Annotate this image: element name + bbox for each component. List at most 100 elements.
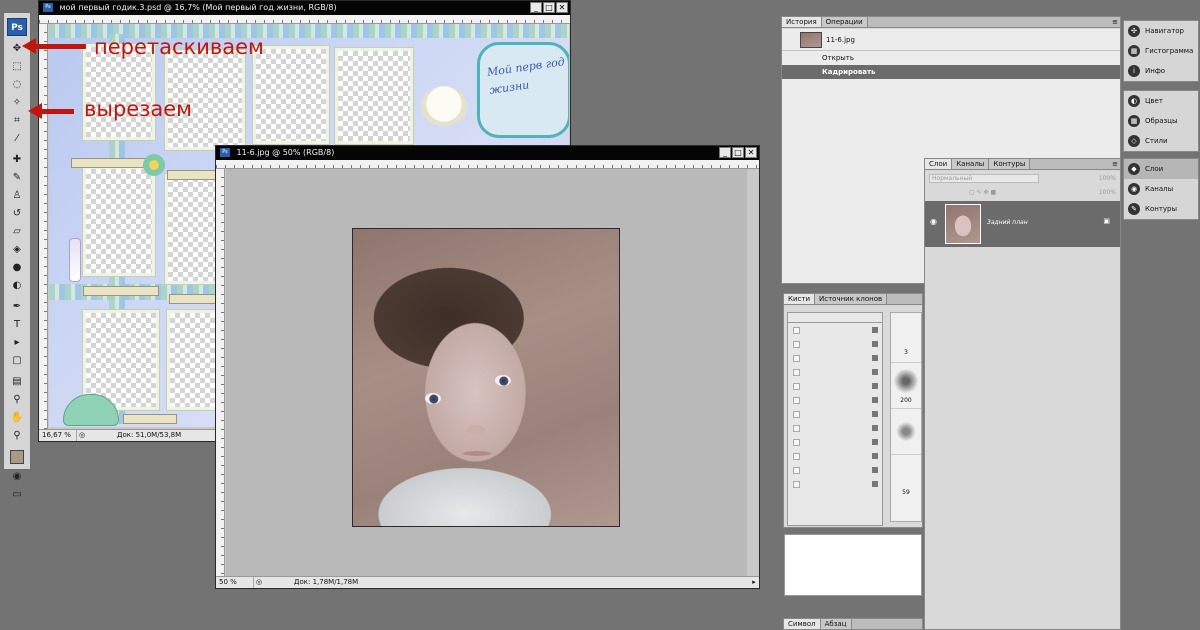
maximize-button[interactable]: □ bbox=[732, 147, 744, 158]
tab-brushes[interactable]: Кисти bbox=[784, 294, 815, 304]
lasso-icon[interactable]: ◌ bbox=[7, 76, 27, 93]
eraser-icon[interactable]: ▱ bbox=[7, 223, 27, 240]
eye-icon[interactable]: ◉ bbox=[930, 217, 937, 226]
brush-preset[interactable]: 59 bbox=[891, 455, 921, 501]
brush-option-row[interactable] bbox=[788, 323, 882, 337]
close-button[interactable]: ✕ bbox=[745, 147, 757, 158]
document-window-photo[interactable]: Ps 11-6.jpg @ 50% (RGB/8) _ □ ✕ 50 % ◎ Д… bbox=[215, 145, 760, 589]
annotation-arrow-head-cut bbox=[28, 103, 42, 119]
history-brush-icon[interactable]: ↺ bbox=[7, 205, 27, 222]
maximize-button[interactable]: □ bbox=[543, 2, 555, 13]
blur-icon[interactable]: ● bbox=[7, 259, 27, 276]
tab-actions[interactable]: Операции bbox=[821, 17, 868, 27]
slice-icon[interactable]: ⁄ bbox=[7, 130, 27, 147]
history-snapshot[interactable]: 11-6.jpg bbox=[782, 29, 1120, 51]
opacity-value[interactable]: 100% bbox=[1099, 175, 1116, 182]
brush-option-row[interactable] bbox=[788, 407, 882, 421]
brush-option-row[interactable] bbox=[788, 449, 882, 463]
dock-styles[interactable]: ◇ Стили bbox=[1124, 131, 1198, 151]
brush-option-row[interactable] bbox=[788, 393, 882, 407]
quick-mask-icon[interactable]: ◉ bbox=[7, 468, 27, 485]
baby-photo[interactable] bbox=[352, 228, 620, 527]
crop-icon[interactable]: ⌗ bbox=[7, 112, 27, 129]
document-title-bar[interactable]: Ps мой первый годик.3.psd @ 16,7% (Мой п… bbox=[39, 1, 570, 15]
fill-value[interactable]: 100% bbox=[1099, 189, 1116, 196]
hand-icon[interactable]: ✋ bbox=[7, 409, 27, 426]
brush-preset[interactable] bbox=[891, 409, 921, 455]
healing-icon[interactable]: ✚ bbox=[7, 151, 27, 168]
month-ribbon bbox=[123, 414, 177, 424]
dock-color[interactable]: ◐ Цвет bbox=[1124, 91, 1198, 111]
brush-option-row[interactable] bbox=[788, 365, 882, 379]
type-icon[interactable]: T bbox=[7, 316, 27, 333]
brush-icon[interactable]: ✎ bbox=[7, 169, 27, 186]
tab-channels[interactable]: Каналы bbox=[952, 159, 990, 169]
blend-mode-select[interactable]: Нормальный bbox=[929, 173, 1039, 183]
foreground-color-swatch[interactable] bbox=[10, 450, 24, 464]
zoom-icon[interactable]: ⚲ bbox=[7, 427, 27, 444]
tab-layers[interactable]: Слои bbox=[925, 159, 953, 169]
brush-preview-area bbox=[784, 534, 922, 596]
tab-history[interactable]: История bbox=[782, 17, 822, 27]
tools-panel: Ps ✥ ⬚ ◌ ✧ ⌗ ⁄ ✚ ✎ ♙ ↺ ▱ ◈ ● ◐ ✒ T ▸ ▢ ▤… bbox=[3, 12, 31, 500]
lock-icon[interactable]: ▢ ✎ ✥ ■ bbox=[969, 189, 996, 196]
brush-option-row[interactable] bbox=[788, 477, 882, 491]
layer-background[interactable]: ◉ Задний план ▣ bbox=[925, 201, 1120, 247]
photo-slot bbox=[335, 48, 413, 144]
close-button[interactable]: ✕ bbox=[556, 2, 568, 13]
brush-option-row[interactable] bbox=[788, 379, 882, 393]
brush-options-list bbox=[787, 312, 883, 526]
dock-paths[interactable]: ✎ Контуры bbox=[1124, 199, 1198, 219]
zoom-level[interactable]: 50 % bbox=[216, 577, 254, 588]
brush-option-row[interactable] bbox=[788, 421, 882, 435]
minimize-button[interactable]: _ bbox=[530, 2, 542, 13]
history-item-open[interactable]: Открыть bbox=[782, 51, 1120, 65]
dock-layers[interactable]: ◆ Слои bbox=[1124, 159, 1198, 179]
status-arrow-icon[interactable]: ▸ bbox=[749, 577, 759, 588]
stamp-icon[interactable]: ♙ bbox=[7, 187, 27, 204]
panel-menu-icon[interactable]: ≡ bbox=[1112, 18, 1118, 26]
photo-canvas[interactable] bbox=[226, 169, 747, 577]
minimize-button[interactable]: _ bbox=[719, 147, 731, 158]
history-item-label: Кадрировать bbox=[822, 68, 876, 76]
tab-paragraph[interactable]: Абзац bbox=[820, 619, 852, 629]
tab-clone-source[interactable]: Источник клонов bbox=[815, 294, 888, 304]
path-select-icon[interactable]: ▸ bbox=[7, 334, 27, 351]
history-item-crop[interactable]: Кадрировать bbox=[782, 65, 1120, 79]
plaque-title-text: Мой перв год жизни bbox=[486, 55, 566, 97]
zoom-level[interactable]: 16,67 % bbox=[39, 430, 77, 441]
brush-preset[interactable]: 3 bbox=[891, 313, 921, 363]
status-menu-icon[interactable]: ◎ bbox=[77, 430, 87, 441]
swatches-icon: ▦ bbox=[1128, 115, 1140, 127]
marquee-icon[interactable]: ⬚ bbox=[7, 58, 27, 75]
dodge-icon[interactable]: ◐ bbox=[7, 277, 27, 294]
layer-thumbnail bbox=[945, 204, 981, 244]
panel-menu-icon[interactable]: ≡ bbox=[1112, 160, 1118, 168]
brush-preset-list[interactable]: 3 200 59 bbox=[890, 312, 922, 522]
bucket-icon[interactable]: ◈ bbox=[7, 241, 27, 258]
brush-option-row[interactable] bbox=[788, 351, 882, 365]
photo-slot bbox=[253, 46, 329, 144]
brush-option-row[interactable] bbox=[788, 337, 882, 351]
navigator-icon: ✣ bbox=[1128, 25, 1140, 37]
pen-icon[interactable]: ✒ bbox=[7, 298, 27, 315]
document-title-bar[interactable]: Ps 11-6.jpg @ 50% (RGB/8) _ □ ✕ bbox=[216, 146, 759, 160]
dock-swatches[interactable]: ▦ Образцы bbox=[1124, 111, 1198, 131]
dock-channels[interactable]: ◉ Каналы bbox=[1124, 179, 1198, 199]
brush-size: 200 bbox=[900, 397, 912, 404]
tab-paths[interactable]: Контуры bbox=[989, 159, 1031, 169]
tab-character[interactable]: Символ bbox=[784, 619, 821, 629]
magic-wand-icon[interactable]: ✧ bbox=[7, 94, 27, 111]
dock-info[interactable]: i Инфо bbox=[1124, 61, 1198, 81]
dock-histogram[interactable]: ▦ Гистограмма bbox=[1124, 41, 1198, 61]
notes-icon[interactable]: ▤ bbox=[7, 373, 27, 390]
status-menu-icon[interactable]: ◎ bbox=[254, 577, 264, 588]
eyedropper-icon[interactable]: ⚲ bbox=[7, 391, 27, 408]
brush-option-row[interactable] bbox=[788, 435, 882, 449]
shape-icon[interactable]: ▢ bbox=[7, 352, 27, 369]
brush-option-row[interactable] bbox=[788, 463, 882, 477]
history-item-label: Открыть bbox=[822, 54, 854, 62]
dock-navigator[interactable]: ✣ Навигатор bbox=[1124, 21, 1198, 41]
screen-mode-icon[interactable]: ▭ bbox=[7, 486, 27, 503]
brush-preset[interactable]: 200 bbox=[891, 363, 921, 409]
